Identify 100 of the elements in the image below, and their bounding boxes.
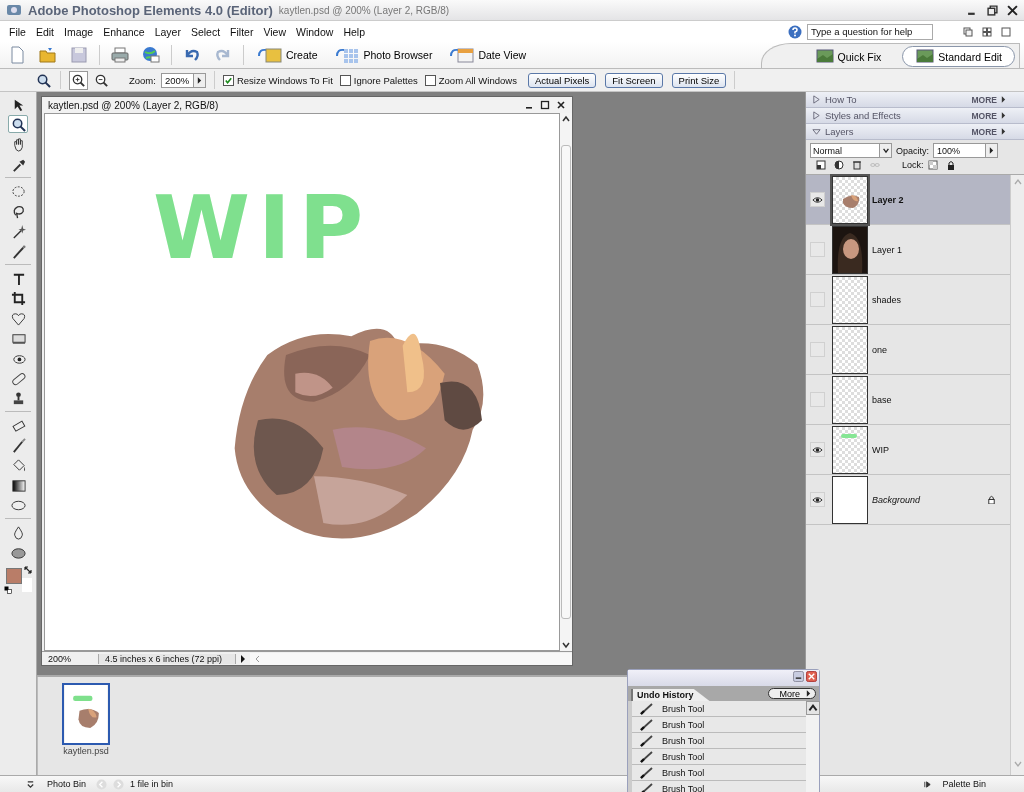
view-button[interactable]: Actual Pixels	[527, 72, 597, 88]
restore-icon[interactable]	[987, 4, 998, 16]
checkbox[interactable]	[222, 74, 234, 86]
date-view-button[interactable]: Date View	[443, 46, 533, 64]
view-button[interactable]: Print Size	[671, 72, 727, 88]
photo-bin-label[interactable]: Photo Bin	[47, 779, 87, 789]
view-button[interactable]: Fit Screen	[605, 72, 663, 88]
menu-item[interactable]: Select	[185, 25, 226, 38]
arrow-icon[interactable]	[989, 147, 994, 154]
history-step[interactable]: Brush Tool	[632, 701, 806, 717]
undo-history-tab[interactable]: Undo History	[631, 689, 710, 701]
visibility-toggle[interactable]	[810, 192, 825, 207]
maximize-icon[interactable]	[540, 100, 550, 110]
visibility-toggle[interactable]	[810, 292, 825, 307]
layer-row[interactable]: WIP	[806, 425, 1010, 475]
step-label: Brush Tool	[662, 767, 705, 778]
menu-item[interactable]: Layer	[149, 25, 186, 38]
checkbox[interactable]	[339, 74, 351, 86]
more-link[interactable]: MORE	[971, 110, 997, 121]
history-step[interactable]: Brush Tool	[632, 717, 806, 733]
quick-fix-tab[interactable]: Quick Fix	[801, 46, 895, 67]
background-color-swatch[interactable]	[22, 578, 32, 592]
layer-row[interactable]: Background	[806, 475, 1010, 525]
open-folder-icon[interactable]	[39, 46, 57, 64]
history-step[interactable]: Brush Tool	[632, 733, 806, 749]
collapse-icon[interactable]	[26, 779, 35, 789]
visibility-toggle[interactable]	[810, 492, 825, 507]
menu-item[interactable]: Edit	[30, 25, 59, 38]
close-icon[interactable]	[556, 100, 566, 110]
scroll-up-icon[interactable]	[806, 701, 820, 715]
history-step[interactable]: Brush Tool	[632, 765, 806, 781]
palette-bin-icon[interactable]	[923, 779, 933, 789]
more-arrow-icon[interactable]	[1001, 112, 1006, 119]
opacity-field[interactable]: 100%	[933, 143, 998, 158]
arrow-icon[interactable]	[196, 76, 202, 84]
more-arrow-icon[interactable]	[1001, 128, 1006, 135]
trash-icon[interactable]	[852, 160, 862, 170]
visibility-toggle[interactable]	[810, 242, 825, 257]
layer-row[interactable]: Layer 2	[806, 175, 1010, 225]
app-icon	[6, 3, 22, 17]
menu-item[interactable]: File	[4, 25, 31, 38]
photo-browser-button[interactable]: Photo Browser	[328, 46, 439, 64]
layer-row[interactable]: shades	[806, 275, 1010, 325]
menu-item[interactable]: Enhance	[98, 25, 150, 38]
layer-row[interactable]: one	[806, 325, 1010, 375]
scroll-thumb[interactable]	[561, 145, 571, 619]
default-colors-icon[interactable]	[4, 586, 12, 594]
close-icon[interactable]	[1007, 4, 1018, 16]
palette-header[interactable]: Layers MORE	[806, 124, 1024, 140]
checkbox-label: Zoom All Windows	[438, 74, 517, 86]
palette-bin-label[interactable]: Palette Bin	[942, 779, 986, 789]
scroll-left-icon[interactable]	[253, 653, 261, 664]
palette-header[interactable]: How To MORE	[806, 92, 1024, 108]
new-layer-icon[interactable]	[816, 160, 826, 170]
history-step[interactable]: Brush Tool	[632, 781, 806, 792]
standard-edit-tab[interactable]: Standard Edit	[902, 46, 1015, 67]
help-search-field[interactable]: Type a question for help	[807, 23, 933, 40]
lock-transparency-icon[interactable]	[927, 160, 938, 170]
visibility-toggle[interactable]	[810, 342, 825, 357]
more-link[interactable]: MORE	[971, 94, 997, 105]
globe-mail-icon[interactable]	[142, 46, 160, 64]
zoom-field[interactable]: 200%	[160, 72, 206, 88]
caret-icon[interactable]	[881, 147, 890, 154]
history-step[interactable]: Brush Tool	[632, 749, 806, 765]
layer-row[interactable]: Layer 1	[806, 225, 1010, 275]
document-size: 4.5 inches x 6 inches (72 ppi)	[99, 653, 236, 664]
menu-item[interactable]: Image	[59, 25, 99, 38]
help-icon[interactable]	[788, 24, 802, 39]
menu-item[interactable]: Window	[291, 25, 339, 38]
more-arrow-icon[interactable]	[1001, 96, 1006, 103]
tile-icon[interactable]	[982, 26, 992, 37]
zoom-in-icon[interactable]	[69, 70, 88, 90]
create-button[interactable]: Create	[251, 46, 324, 64]
foreground-color-swatch[interactable]	[6, 568, 22, 584]
menu-item[interactable]: Filter	[225, 25, 259, 38]
file-count: 1 file in bin	[130, 779, 174, 789]
adjustment-layer-icon[interactable]	[834, 160, 844, 170]
play-icon[interactable]	[239, 653, 247, 664]
visibility-toggle[interactable]	[810, 442, 825, 457]
blend-mode-dropdown[interactable]: Normal	[810, 143, 892, 158]
menu-item[interactable]: Help	[338, 25, 370, 38]
layer-row[interactable]: base	[806, 375, 1010, 425]
image-icon	[814, 48, 835, 65]
zoom-label: Zoom:	[129, 74, 156, 86]
checkbox-label: Ignore Palettes	[353, 74, 418, 86]
printer-icon[interactable]	[111, 46, 129, 64]
menu-item[interactable]: View	[258, 25, 292, 38]
visibility-toggle[interactable]	[810, 392, 825, 407]
zoom-tool[interactable]	[8, 115, 28, 133]
palette-header[interactable]: Styles and Effects MORE	[806, 108, 1024, 124]
bin-thumbnail[interactable]	[62, 683, 110, 745]
minimize-icon[interactable]	[793, 671, 804, 682]
brush-icon	[640, 718, 654, 731]
lock-icon[interactable]	[945, 160, 956, 170]
cascade-icon[interactable]	[963, 26, 973, 37]
swap-colors-icon[interactable]	[24, 566, 32, 574]
more-button[interactable]: More	[768, 688, 816, 699]
step-label: Brush Tool	[662, 703, 705, 714]
more-link[interactable]: MORE	[971, 126, 997, 137]
checkbox[interactable]	[424, 74, 436, 86]
